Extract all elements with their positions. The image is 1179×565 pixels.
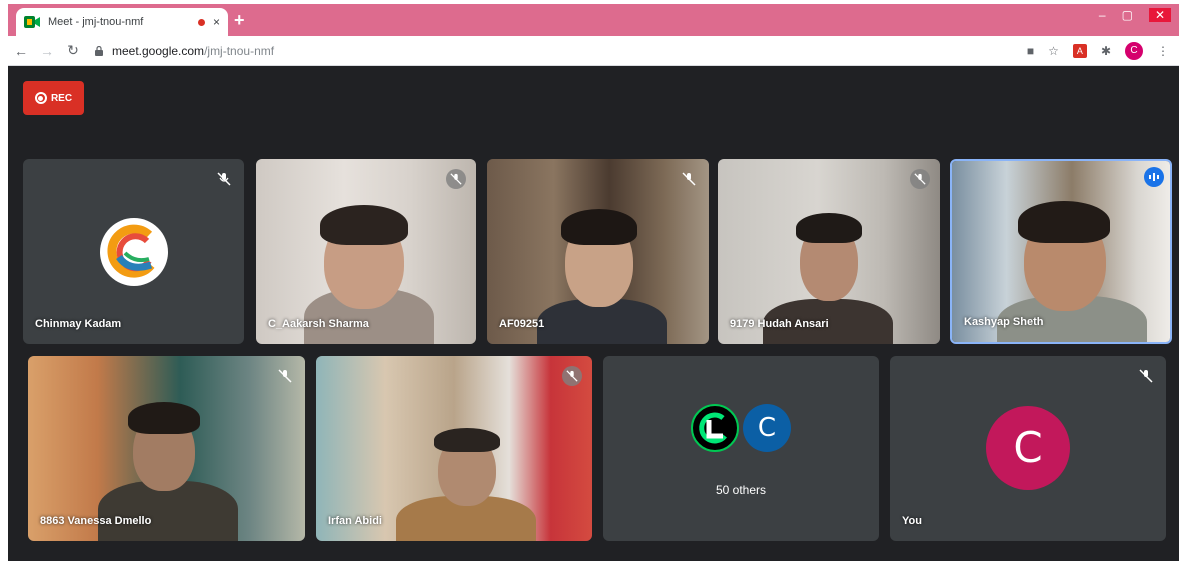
back-arrow-icon[interactable]: ← (8, 43, 34, 59)
camera-icon[interactable]: ■ (1027, 44, 1034, 58)
others-count: 50 others (715, 483, 767, 497)
participant-name: Kashyap Sheth (964, 316, 1044, 328)
participant-name: 9179 Hudah Ansari (730, 318, 829, 330)
record-icon (34, 92, 47, 104)
address-bar[interactable]: meet.google.com /jmj-tnou-nmf (94, 44, 274, 58)
profile-avatar[interactable]: C (1125, 42, 1143, 60)
mic-off-icon (910, 169, 930, 189)
browser-toolbar: ← → ↻ meet.google.com /jmj-tnou-nmf ■ ☆ … (8, 36, 1179, 66)
participant-tile-active-speaker[interactable]: Kashyap Sheth (950, 159, 1172, 344)
participant-video (28, 356, 305, 541)
participant-video (952, 161, 1170, 342)
participant-video (316, 356, 592, 541)
others-logo-avatar (691, 404, 739, 452)
meet-icon (24, 16, 40, 28)
mic-off-icon (1136, 366, 1156, 386)
speaking-indicator-icon (1144, 167, 1164, 187)
participant-tile[interactable]: 8863 Vanessa Dmello (28, 356, 305, 541)
participant-video (487, 159, 709, 344)
others-tile[interactable]: C 50 others (603, 356, 879, 541)
participant-name: AF09251 (499, 318, 545, 330)
extensions-puzzle-icon[interactable]: ✱ (1101, 44, 1111, 58)
new-tab-button[interactable]: + (234, 11, 245, 29)
participant-name: C_Aakarsh Sharma (268, 318, 369, 330)
tab-meet[interactable]: Meet - jmj-tnou-nmf × (16, 8, 228, 36)
participant-tile[interactable]: Chinmay Kadam (23, 159, 244, 344)
pdf-extension-icon[interactable]: A (1072, 44, 1087, 58)
participant-name: Chinmay Kadam (35, 318, 122, 330)
mic-off-icon (679, 169, 699, 189)
others-initial-avatar: C (743, 404, 791, 452)
mic-off-icon (562, 366, 582, 386)
recording-label: REC (50, 92, 73, 104)
mic-off-icon (446, 169, 466, 189)
participant-tile[interactable]: C_Aakarsh Sharma (256, 159, 476, 344)
window-controls: – ▢ ✕ (1099, 8, 1171, 22)
recording-indicator-icon (197, 18, 205, 26)
toolbar-actions: ■ ☆ A ✱ C ⋮ (1027, 42, 1169, 60)
tab-strip: Meet - jmj-tnou-nmf × + – ▢ ✕ (8, 4, 1179, 36)
participant-name: You (902, 515, 922, 527)
participant-name: 8863 Vanessa Dmello (40, 515, 152, 527)
maximize-button[interactable]: ▢ (1122, 8, 1133, 22)
recording-badge: REC (23, 81, 84, 115)
self-tile[interactable]: C You (890, 356, 1166, 541)
participant-tile[interactable]: 9179 Hudah Ansari (718, 159, 940, 344)
tab-title: Meet - jmj-tnou-nmf (48, 16, 144, 28)
star-icon[interactable]: ☆ (1048, 44, 1059, 58)
forward-arrow-icon[interactable]: → (34, 43, 60, 59)
reload-icon[interactable]: ↻ (60, 42, 86, 59)
participant-video (256, 159, 476, 344)
participant-logo-avatar (100, 218, 168, 286)
url-path: /jmj-tnou-nmf (204, 43, 275, 58)
self-avatar: C (986, 406, 1070, 490)
mic-off-icon (275, 366, 295, 386)
close-window-button[interactable]: ✕ (1148, 8, 1171, 22)
participant-name: Irfan Abidi (328, 515, 382, 527)
participant-tile[interactable]: Irfan Abidi (316, 356, 592, 541)
minimize-button[interactable]: – (1099, 8, 1106, 22)
lock-icon (95, 45, 103, 56)
participant-video (718, 159, 940, 344)
participant-tile[interactable]: AF09251 (487, 159, 709, 344)
url-host: meet.google.com (112, 43, 205, 58)
l-logo-icon (699, 412, 727, 444)
close-tab-button[interactable]: × (213, 15, 220, 29)
mic-off-icon (214, 169, 234, 189)
browser-window: Meet - jmj-tnou-nmf × + – ▢ ✕ ← → ↻ meet… (8, 4, 1179, 561)
menu-dots-icon[interactable]: ⋮ (1157, 44, 1169, 58)
